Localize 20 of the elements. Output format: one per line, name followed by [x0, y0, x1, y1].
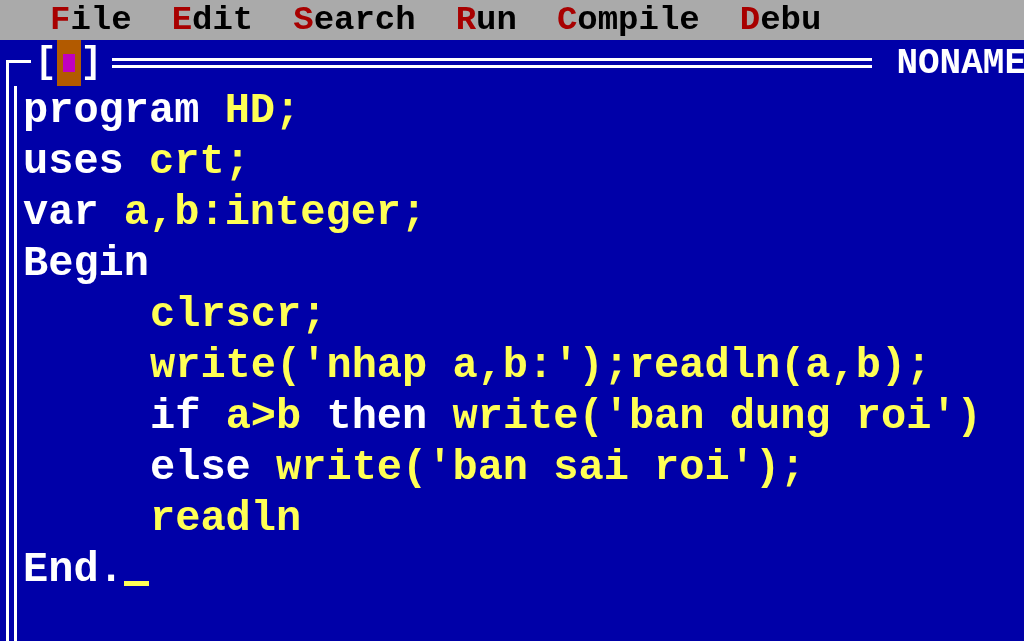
- code-line: uses crt;: [23, 137, 251, 188]
- window-title: NONAME: [896, 42, 1024, 84]
- close-icon: [62, 54, 75, 72]
- menu-item[interactable]: Edit: [171, 1, 254, 39]
- menu-item[interactable]: Search: [293, 1, 416, 39]
- menu-item[interactable]: Compile: [556, 1, 700, 39]
- code-line: End.: [23, 545, 982, 596]
- code-line: program HD;: [23, 86, 302, 137]
- menu-item[interactable]: Debu: [739, 1, 822, 39]
- code-line: clrscr;: [149, 290, 328, 341]
- menu-item[interactable]: File: [50, 1, 132, 39]
- close-button[interactable]: [ ]: [35, 40, 103, 86]
- menu-item[interactable]: Run: [455, 1, 517, 39]
- code-line: if a>b then write('ban dung roi'): [149, 392, 982, 443]
- frame-corner: [6, 60, 31, 89]
- code-line: readln: [149, 494, 303, 545]
- code-line: else write('ban sai roi');: [149, 443, 807, 494]
- code-line: var a,b:integer;: [23, 188, 428, 239]
- code-line: write('nhap a,b:');readln(a,b);: [149, 341, 933, 392]
- code-line: Begin: [23, 239, 151, 290]
